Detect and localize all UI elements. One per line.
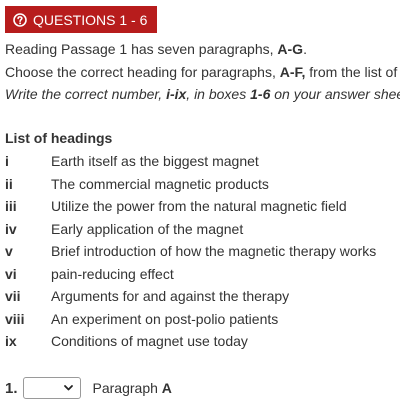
- heading-number: v: [5, 243, 13, 259]
- question-number: 1.: [5, 379, 18, 397]
- instruction-line-3: Write the correct number, i-ix, in boxes…: [5, 86, 400, 102]
- heading-number: i: [5, 153, 9, 169]
- answer-row-1: 1. Paragraph A: [5, 376, 172, 400]
- heading-number: vi: [5, 265, 17, 282]
- heading-text: Conditions of magnet use today: [51, 333, 248, 349]
- instruction-line-1: Reading Passage 1 has seven paragraphs, …: [5, 41, 307, 57]
- heading-item: iv Early application of the magnet: [5, 218, 400, 241]
- questions-panel: QUESTIONS 1 - 6 Reading Passage 1 has se…: [0, 0, 400, 400]
- heading-item: v Brief introduction of how the magnetic …: [5, 240, 400, 263]
- heading-number: vii: [5, 288, 21, 304]
- instruction-line-2: Choose the correct heading for paragraph…: [5, 63, 398, 80]
- heading-number: ix: [5, 333, 17, 349]
- heading-item: viii An experiment on post-polio patients: [5, 308, 400, 331]
- heading-number: iv: [5, 220, 17, 237]
- headings-list: i Earth itself as the biggest magnet ii Th…: [5, 150, 400, 353]
- heading-number: iii: [5, 198, 17, 214]
- heading-item: vii Arguments for and against the therapy: [5, 285, 400, 308]
- heading-text: An experiment on post-polio patients: [51, 310, 279, 327]
- heading-text: Utilize the power from the natural magne…: [51, 198, 347, 214]
- list-of-headings-title: List of headings: [5, 130, 113, 146]
- paragraph-label: Paragraph A: [92, 380, 172, 396]
- answer-paragraph-range: A-F,: [279, 63, 306, 80]
- heading-item: iii Utilize the power from the natural ma…: [5, 195, 400, 218]
- heading-number: viii: [5, 310, 25, 327]
- answer-dropdown[interactable]: [22, 377, 81, 399]
- instructions: Reading Passage 1 has seven paragraphs, …: [5, 38, 400, 106]
- boxes-range: 1-6: [250, 86, 271, 102]
- heading-text: Earth itself as the biggest magnet: [51, 153, 259, 169]
- heading-number: ii: [5, 175, 13, 192]
- number-range: i-ix: [166, 86, 187, 102]
- heading-item: vi pain-reducing effect: [5, 263, 400, 286]
- heading-item: ii The commercial magnetic products: [5, 173, 400, 196]
- heading-item: i Earth itself as the biggest magnet: [5, 150, 400, 173]
- chevron-down-icon: [63, 385, 73, 391]
- questions-header-title: QUESTIONS 1 - 6: [33, 11, 148, 28]
- questions-header-badge: QUESTIONS 1 - 6: [5, 6, 158, 33]
- heading-item: ix Conditions of magnet use today: [5, 330, 400, 353]
- heading-text: The commercial magnetic products: [51, 175, 269, 192]
- heading-text: Early application of the magnet: [51, 220, 244, 237]
- question-circle-icon: [13, 12, 27, 27]
- heading-text: Brief introduction of how the magnetic t…: [51, 243, 377, 259]
- heading-text: Arguments for and against the therapy: [51, 288, 290, 304]
- heading-text: pain-reducing effect: [51, 265, 174, 282]
- paragraph-range: A-G: [277, 41, 304, 57]
- paragraph-letter: A: [161, 380, 172, 396]
